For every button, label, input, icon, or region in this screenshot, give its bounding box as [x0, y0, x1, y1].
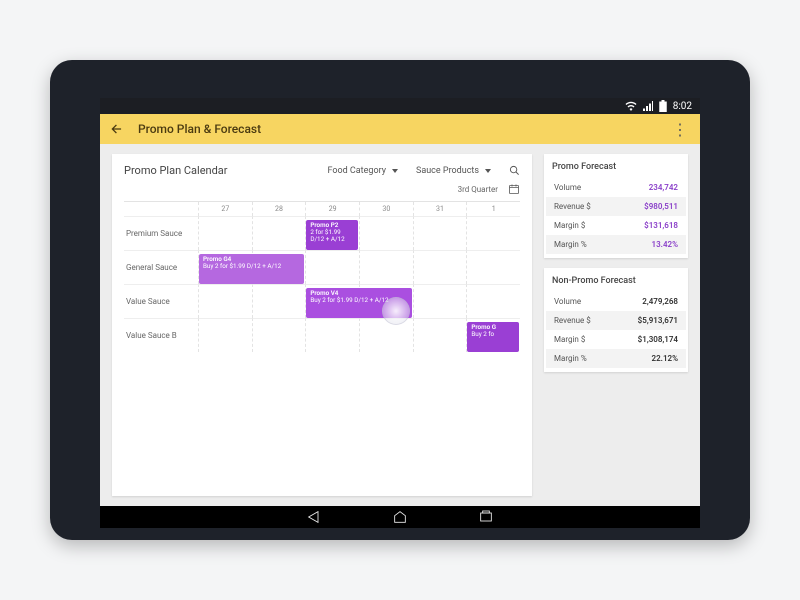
- calendar-cell[interactable]: [359, 318, 413, 352]
- forecast-row: Margin %22.12%: [546, 349, 686, 368]
- calendar-cell[interactable]: [466, 284, 520, 318]
- calendar-cell[interactable]: [413, 318, 467, 352]
- search-icon[interactable]: [509, 165, 520, 176]
- calendar-subheader: 3rd Quarter: [124, 183, 520, 195]
- calendar-cell[interactable]: [305, 250, 359, 284]
- row-header: Value Sauce: [124, 284, 198, 318]
- chevron-down-icon: [485, 169, 491, 173]
- wifi-icon: [625, 101, 637, 111]
- promo-bar[interactable]: Promo GBuy 2 fo: [467, 322, 519, 352]
- filter-sauce-products[interactable]: Sauce Products: [416, 166, 491, 176]
- filter-food-category[interactable]: Food Category: [327, 166, 398, 176]
- period-label: 3rd Quarter: [458, 185, 498, 194]
- app-bar: Promo Plan & Forecast ⋮: [100, 114, 700, 144]
- forecast-row: Volume2,479,268: [552, 292, 680, 311]
- column-header: 31: [413, 202, 467, 216]
- calendar-card: Promo Plan Calendar Food Category Sauce …: [112, 154, 532, 496]
- calendar-icon[interactable]: [508, 183, 520, 195]
- nav-home-icon[interactable]: [392, 510, 408, 524]
- promo-bar[interactable]: Promo P22 for $1.99 D/12 + A/12: [306, 220, 358, 250]
- calendar-cell[interactable]: [466, 216, 520, 250]
- page-title: Promo Plan & Forecast: [138, 122, 656, 136]
- column-header: 30: [359, 202, 413, 216]
- row-header: Premium Sauce: [124, 216, 198, 250]
- promo-bar[interactable]: Promo G4Buy 2 for $1.99 D/12 + A/12: [199, 254, 304, 284]
- forecast-row: Revenue $$980,511: [546, 197, 686, 216]
- back-icon[interactable]: [110, 122, 124, 136]
- column-header: 1: [466, 202, 520, 216]
- calendar-cell[interactable]: [413, 284, 467, 318]
- calendar-header: Promo Plan Calendar Food Category Sauce …: [124, 164, 520, 177]
- battery-icon: [659, 100, 667, 112]
- nav-recent-icon[interactable]: [478, 510, 494, 524]
- calendar-cell[interactable]: [305, 318, 359, 352]
- forecast-row: Revenue $$5,913,671: [546, 311, 686, 330]
- screen: 8:02 Promo Plan & Forecast ⋮ Promo Plan …: [100, 98, 700, 528]
- status-bar: 8:02: [100, 98, 700, 114]
- calendar-grid: 27282930311Premium SauceGeneral SauceVal…: [124, 201, 520, 490]
- chevron-down-icon: [392, 169, 398, 173]
- column-header: 27: [198, 202, 252, 216]
- column-header: 28: [252, 202, 306, 216]
- row-header: Value Sauce B: [124, 318, 198, 352]
- forecast-row: Margin $$1,308,174: [552, 330, 680, 349]
- calendar-cell[interactable]: [198, 318, 252, 352]
- panel-title: Promo Forecast: [552, 162, 680, 172]
- overflow-menu-icon[interactable]: ⋮: [670, 120, 690, 139]
- forecast-row: Volume234,742: [552, 178, 680, 197]
- forecast-row: Margin $$131,618: [552, 216, 680, 235]
- nonpromo-forecast-panel: Non-Promo Forecast Volume2,479,268Revenu…: [544, 268, 688, 372]
- signal-icon: [643, 101, 653, 111]
- status-time: 8:02: [673, 101, 692, 112]
- calendar-cell[interactable]: [359, 250, 413, 284]
- content-area: Promo Plan Calendar Food Category Sauce …: [100, 144, 700, 506]
- calendar-cell[interactable]: [198, 216, 252, 250]
- tablet-frame: 8:02 Promo Plan & Forecast ⋮ Promo Plan …: [50, 60, 750, 540]
- side-panels: Promo Forecast Volume234,742Revenue $$98…: [544, 154, 688, 496]
- calendar-cell[interactable]: [198, 284, 252, 318]
- system-nav-bar: [100, 506, 700, 528]
- column-header: 29: [305, 202, 359, 216]
- calendar-cell[interactable]: [413, 216, 467, 250]
- calendar-cell[interactable]: [359, 216, 413, 250]
- calendar-cell[interactable]: [413, 250, 467, 284]
- promo-forecast-panel: Promo Forecast Volume234,742Revenue $$98…: [544, 154, 688, 258]
- calendar-title: Promo Plan Calendar: [124, 164, 309, 177]
- calendar-cell[interactable]: [466, 250, 520, 284]
- panel-title: Non-Promo Forecast: [552, 276, 680, 286]
- forecast-row: Margin %13.42%: [546, 235, 686, 254]
- nav-back-icon[interactable]: [306, 510, 322, 524]
- calendar-cell[interactable]: [252, 284, 306, 318]
- row-header: General Sauce: [124, 250, 198, 284]
- calendar-cell[interactable]: [252, 216, 306, 250]
- calendar-cell[interactable]: [252, 318, 306, 352]
- promo-bar[interactable]: Promo V4Buy 2 for $1.99 D/12 + A/12: [306, 288, 411, 318]
